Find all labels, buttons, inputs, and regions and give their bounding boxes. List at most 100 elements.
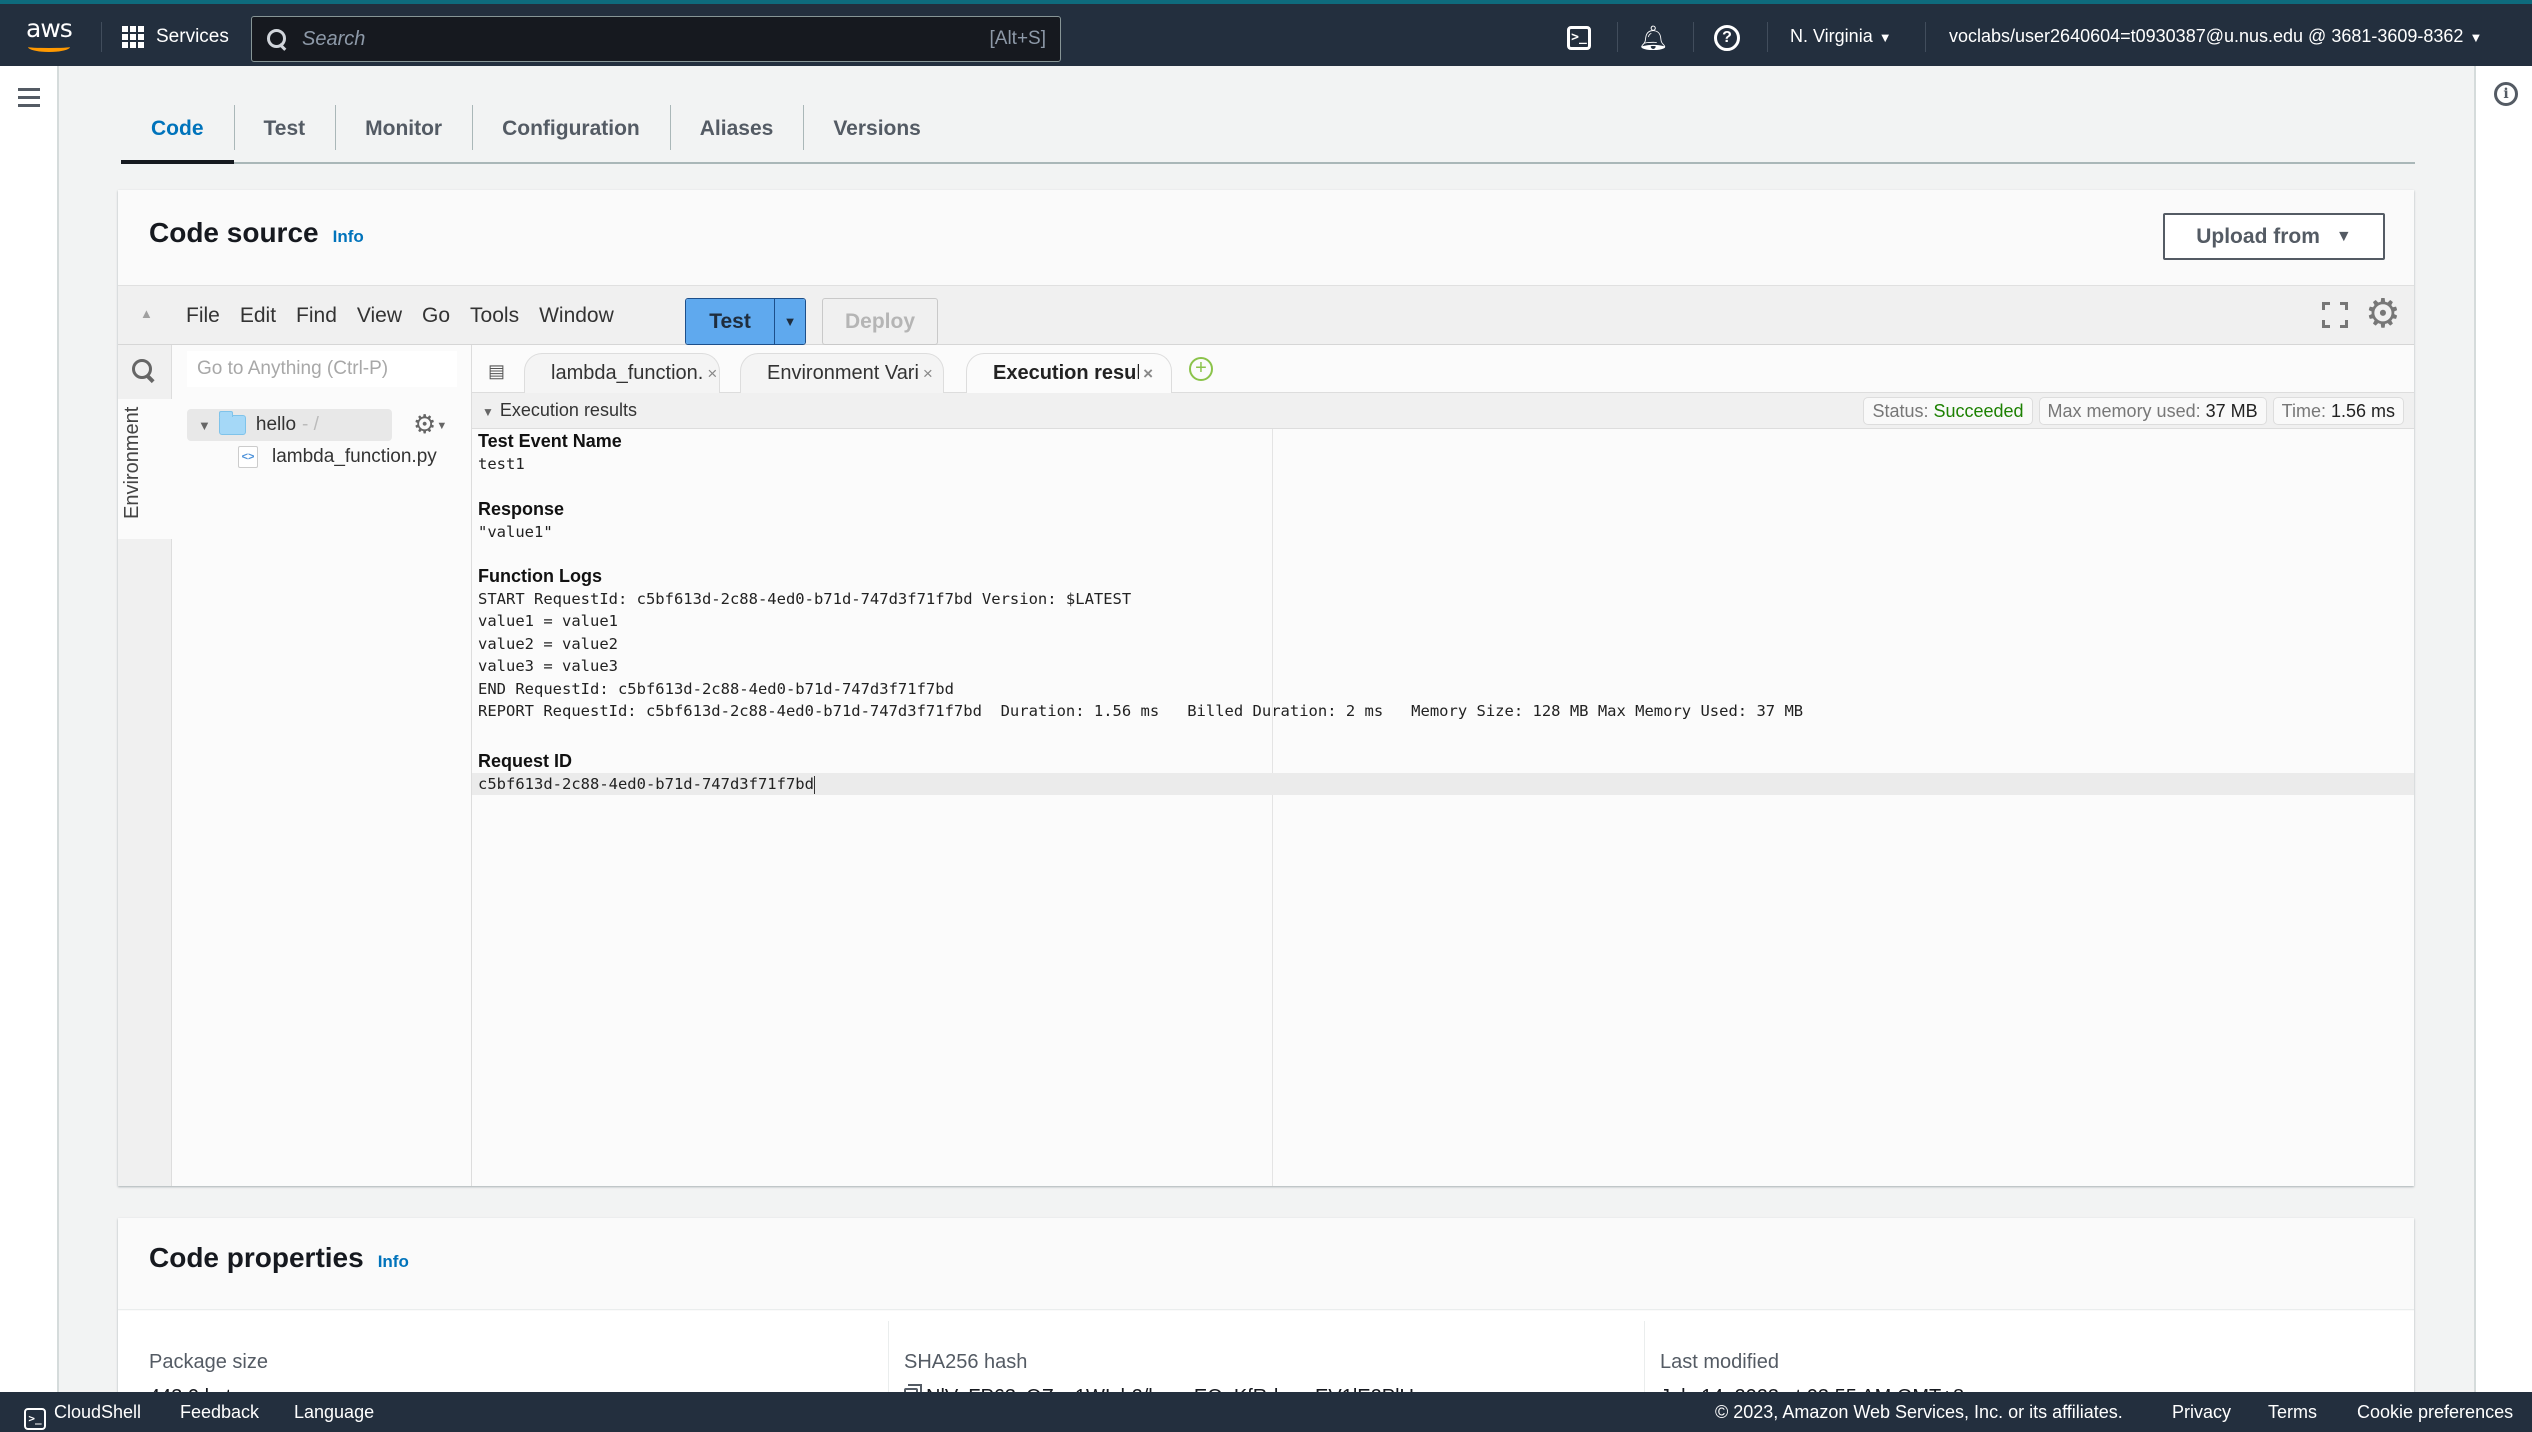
info-link[interactable]: Info <box>378 1252 409 1271</box>
editor-tab-label: Environment Vari <box>767 362 919 384</box>
execution-results-title: Execution results <box>499 400 637 420</box>
language-link[interactable]: Language <box>294 1402 374 1423</box>
menu-window[interactable]: Window <box>539 304 614 328</box>
close-icon[interactable]: × <box>923 364 933 384</box>
close-icon[interactable]: × <box>707 364 717 384</box>
response-value: "value1" <box>478 523 553 541</box>
tab-aliases[interactable]: Aliases <box>669 96 804 162</box>
execution-summary: Status: Succeeded Max memory used: 37 MB T… <box>1863 397 2404 425</box>
close-icon[interactable]: × <box>1143 364 1153 384</box>
terminal-icon: >_ <box>24 1408 46 1430</box>
log-line: value2 = value2 <box>478 635 618 653</box>
test-button[interactable]: Test <box>686 299 775 344</box>
tab-list-icon[interactable]: ▤ <box>488 361 505 382</box>
code-properties-header: Code properties Info <box>118 1218 2414 1310</box>
test-dropdown-button[interactable]: ▼ <box>775 299 805 344</box>
execution-results-output: Test Event Name test1 Response "value1" … <box>472 429 2414 1186</box>
environment-sidebar: Environment <box>118 345 172 1186</box>
tab-test[interactable]: Test <box>233 96 336 162</box>
services-label: Services <box>156 26 229 47</box>
request-id-value: c5bf613d-2c88-4ed0-b71d-747d3f71f7bd <box>478 775 814 793</box>
editor-tab-label: lambda_function. <box>551 362 704 384</box>
cloudshell-footer-button[interactable]: >_ CloudShell <box>24 1402 141 1430</box>
top-navigation: aws Services [Alt+S] >_ 🔔︎ ? N. Virginia… <box>0 0 2532 66</box>
test-event-name-value: test1 <box>478 455 525 473</box>
search-icon <box>266 28 288 50</box>
privacy-link[interactable]: Privacy <box>2172 1402 2231 1423</box>
cookie-preferences-link[interactable]: Cookie preferences <box>2357 1402 2513 1423</box>
info-icon[interactable]: i <box>2494 82 2518 106</box>
go-to-anything-input[interactable] <box>187 351 457 387</box>
print-margin-line <box>1272 429 1273 1186</box>
memory-value: 37 MB <box>2205 400 2258 421</box>
deploy-button[interactable]: Deploy <box>822 298 938 345</box>
help-icon: ? <box>1714 25 1740 51</box>
execution-results-toggle[interactable]: ▼ Execution results <box>482 400 637 421</box>
menu-file[interactable]: File <box>186 304 220 328</box>
memory-label: Max memory used: <box>2047 400 2201 421</box>
tree-settings-gear-icon[interactable]: ⚙▼ <box>413 409 447 440</box>
menu-find[interactable]: Find <box>296 304 337 328</box>
editor-tab-execution-results[interactable]: Execution results× <box>966 353 1172 393</box>
help-button[interactable]: ? <box>1713 24 1741 52</box>
search-input[interactable] <box>302 27 990 51</box>
divider <box>1693 22 1694 52</box>
preferences-gear-icon[interactable]: ⚙ <box>2365 294 2401 334</box>
editor-tab-environment-variables[interactable]: Environment Vari × <box>740 353 944 393</box>
editor-pane: ▤ lambda_function. × Environment Vari × Ex… <box>472 345 2414 1186</box>
menu-tools[interactable]: Tools <box>470 304 519 328</box>
side-navigation-collapsed <box>0 66 59 1392</box>
time-badge: Time: 1.56 ms <box>2272 397 2404 425</box>
tab-monitor[interactable]: Monitor <box>335 96 472 162</box>
environment-tab-label: Environment <box>121 406 143 519</box>
tab-code[interactable]: Code <box>121 96 234 164</box>
search-bar[interactable]: [Alt+S] <box>251 16 1061 62</box>
ide-workspace: Environment ▼ hello - / ⚙▼ <> lambda_fun… <box>118 345 2414 1186</box>
fullscreen-icon[interactable] <box>2322 302 2348 328</box>
function-logs-label: Function Logs <box>478 566 602 586</box>
editor-tab-lambda-function[interactable]: lambda_function. × <box>524 353 720 393</box>
info-link[interactable]: Info <box>333 227 364 246</box>
tree-file[interactable]: <> lambda_function.py <box>238 446 437 468</box>
region-selector[interactable]: N. Virginia ▼ <box>1790 26 1892 47</box>
divider <box>101 22 102 52</box>
editor-tab-bar: ▤ lambda_function. × Environment Vari × Ex… <box>472 345 2414 393</box>
caret-down-icon: ▼ <box>2469 30 2483 45</box>
file-tree: ▼ hello - / ⚙▼ <> lambda_function.py <box>172 345 472 1186</box>
account-menu[interactable]: voclabs/user2640604=t0930387@u.nus.edu @… <box>1949 26 2482 47</box>
aws-logo[interactable]: aws <box>26 16 74 56</box>
tab-configuration[interactable]: Configuration <box>472 96 670 162</box>
menu-edit[interactable]: Edit <box>240 304 276 328</box>
environment-tab[interactable]: Environment <box>118 399 172 539</box>
notifications-button[interactable]: 🔔︎ <box>1638 24 1668 52</box>
copyright-text: © 2023, Amazon Web Services, Inc. or its… <box>1715 1402 2123 1422</box>
help-panel-collapsed: i <box>2474 66 2532 1392</box>
cloudshell-button[interactable]: >_ <box>1565 24 1593 52</box>
ide-toolbar: ▲ File Edit Find View Go Tools Window Te… <box>118 285 2414 345</box>
folder-path: - / <box>302 414 319 435</box>
request-id-line[interactable]: c5bf613d-2c88-4ed0-b71d-747d3f71f7bd <box>478 775 815 794</box>
menu-view[interactable]: View <box>357 304 402 328</box>
region-label: N. Virginia <box>1790 26 1873 46</box>
search-icon[interactable] <box>132 359 156 383</box>
menu-go[interactable]: Go <box>422 304 450 328</box>
text-cursor <box>813 775 815 794</box>
collapse-toolbar-icon[interactable]: ▲ <box>140 306 153 321</box>
last-modified-label: Last modified <box>1660 1351 1779 1373</box>
caret-down-icon[interactable]: ▼ <box>198 418 211 433</box>
time-label: Time: <box>2281 400 2326 421</box>
terms-link[interactable]: Terms <box>2268 1402 2317 1423</box>
search-shortcut: [Alt+S] <box>989 28 1047 49</box>
add-tab-icon[interactable]: + <box>1189 357 1213 381</box>
services-menu-button[interactable]: Services <box>122 22 229 52</box>
code-properties-title: Code properties <box>149 1242 364 1273</box>
sha256-label: SHA256 hash <box>904 1351 1028 1373</box>
code-properties-heading: Code properties Info <box>149 1242 409 1274</box>
divider <box>1767 22 1768 52</box>
upload-from-button[interactable]: Upload from ▼ <box>2163 213 2385 260</box>
menu-icon[interactable] <box>18 88 40 107</box>
folder-name: hello <box>255 414 297 435</box>
feedback-link[interactable]: Feedback <box>180 1402 259 1423</box>
tree-root-folder[interactable]: ▼ hello - / <box>187 409 392 441</box>
tab-versions[interactable]: Versions <box>803 96 951 162</box>
